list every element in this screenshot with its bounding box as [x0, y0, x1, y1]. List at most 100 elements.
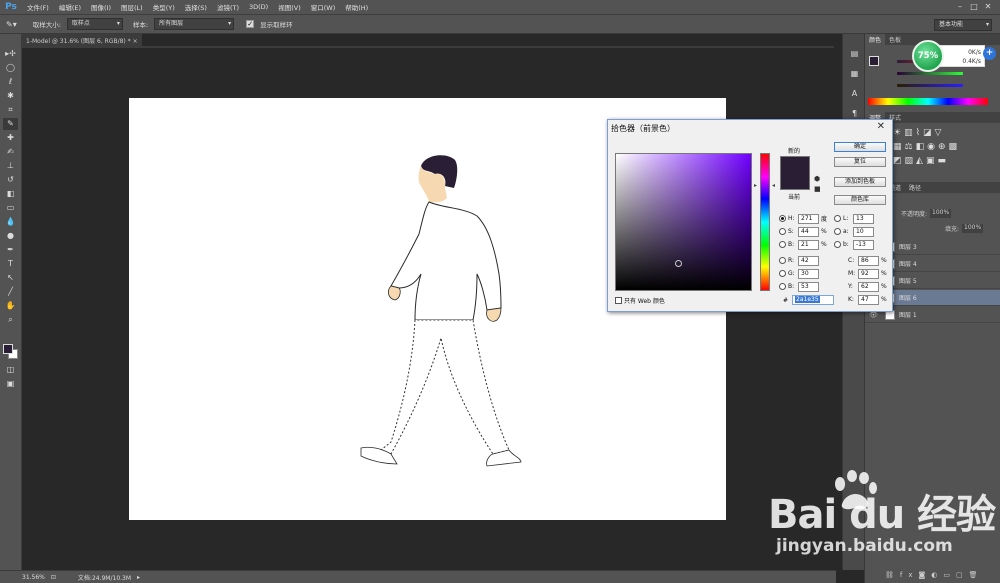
brush-tool-icon[interactable]: ✍	[3, 146, 18, 158]
zoom-tool-icon[interactable]: ⌕	[3, 314, 18, 326]
color-marker[interactable]	[675, 260, 682, 267]
gradient-tool-icon[interactable]: ▭	[3, 202, 18, 214]
ok-button[interactable]: 确定	[834, 142, 886, 152]
menu-filter[interactable]: 滤镜(T)	[212, 2, 244, 12]
line-tool-icon[interactable]: ╱	[3, 286, 18, 298]
lab-l-radio[interactable]	[834, 215, 841, 222]
color-panel-swatch[interactable]	[869, 56, 879, 66]
cube-icon[interactable]: ⬢	[814, 174, 821, 184]
brightness-field[interactable]: 21	[798, 239, 819, 250]
hand-tool-icon[interactable]: ✋	[3, 300, 18, 312]
invert-icon[interactable]: ◩	[893, 156, 905, 166]
selective-color-icon[interactable]: ▣	[926, 156, 938, 166]
sample-size-select[interactable]: 取样点	[66, 18, 123, 30]
web-colors-only-option[interactable]: 只有 Web 颜色	[615, 296, 665, 305]
green-radio[interactable]	[779, 270, 786, 277]
saturation-field[interactable]: 44	[798, 226, 819, 237]
saturation-brightness-field[interactable]	[615, 153, 752, 291]
hex-field[interactable]: 2a1e35	[792, 295, 835, 305]
lab-b-radio[interactable]	[834, 241, 841, 248]
balance-icon[interactable]: ⚖	[905, 142, 916, 152]
close-icon[interactable]: ✕	[982, 2, 994, 12]
quick-mask-icon[interactable]: ◫	[3, 364, 18, 376]
status-arrow-icon[interactable]: ▸	[137, 574, 140, 581]
color-spectrum-bar[interactable]	[868, 98, 988, 105]
gradient-map-icon[interactable]: ▬	[937, 156, 949, 166]
character-panel-icon[interactable]: A	[847, 88, 862, 100]
green-slider[interactable]	[897, 72, 963, 75]
type-tool-icon[interactable]: T	[3, 258, 18, 270]
eraser-tool-icon[interactable]: ◧	[3, 188, 18, 200]
show-ring-checkbox[interactable]: ✓	[246, 20, 255, 28]
saturation-radio[interactable]	[779, 228, 786, 235]
close-icon[interactable]: ✕	[877, 121, 885, 132]
reset-button[interactable]: 复位	[834, 157, 886, 167]
magenta-field[interactable]: 92	[858, 268, 879, 279]
green-field[interactable]: 30	[798, 268, 819, 279]
bw-icon[interactable]: ◧	[916, 142, 928, 152]
document-tab[interactable]: 1-Model @ 31.6% (图层 6, RGB/8) * ×	[22, 34, 142, 46]
brightness-radio[interactable]	[779, 241, 786, 248]
dodge-tool-icon[interactable]: ●	[3, 230, 18, 242]
minimize-icon[interactable]: –	[954, 2, 966, 12]
hue-field[interactable]: 271	[798, 213, 819, 224]
hue-radio[interactable]	[779, 215, 786, 222]
tab-swatches[interactable]: 色板	[885, 34, 905, 45]
workspace-select[interactable]: 基本功能	[934, 19, 992, 31]
color-libraries-button[interactable]: 颜色库	[834, 195, 886, 205]
blur-tool-icon[interactable]: 💧	[3, 216, 18, 228]
fill-field[interactable]: 100%	[962, 224, 984, 233]
crop-tool-icon[interactable]: ⌗	[3, 104, 18, 116]
plus-icon[interactable]: +	[983, 47, 996, 60]
healing-brush-tool-icon[interactable]: ✚	[3, 132, 18, 144]
menu-layer[interactable]: 图层(L)	[116, 2, 148, 12]
hue-icon[interactable]: ▦	[893, 142, 905, 152]
vibrance-icon[interactable]: ▽	[935, 128, 945, 138]
blue-slider[interactable]	[897, 84, 963, 87]
brightness-icon[interactable]: ☀	[893, 128, 904, 138]
pen-tool-icon[interactable]: ✒	[3, 244, 18, 256]
add-to-swatches-button[interactable]: 添加到色板	[834, 177, 886, 187]
marquee-tool-icon[interactable]: ◯	[3, 62, 18, 74]
quick-select-tool-icon[interactable]: ✱	[3, 90, 18, 102]
current-color-swatch[interactable]	[780, 173, 810, 190]
move-tool-icon[interactable]: ▸✢	[3, 48, 18, 60]
tab-paths[interactable]: 路径	[905, 182, 925, 193]
sample-select[interactable]: 所有图层	[154, 18, 235, 30]
lab-l-field[interactable]: 13	[853, 213, 874, 224]
web-safe-icon[interactable]: ■	[814, 184, 821, 194]
yellow-field[interactable]: 62	[858, 281, 879, 292]
curves-icon[interactable]: ⌇	[916, 128, 923, 138]
red-field[interactable]: 42	[798, 255, 819, 266]
menu-image[interactable]: 图像(I)	[86, 2, 116, 12]
menu-file[interactable]: 文件(F)	[22, 2, 54, 12]
path-select-tool-icon[interactable]: ↖	[3, 272, 18, 284]
lab-a-radio[interactable]	[834, 228, 841, 235]
foreground-color-swatch[interactable]	[3, 344, 13, 354]
web-colors-only-checkbox[interactable]	[615, 297, 622, 304]
close-icon[interactable]: ×	[133, 38, 138, 45]
zoom-level[interactable]: 31.56%	[22, 574, 45, 581]
eyedropper-tool-icon[interactable]: ✎▾	[6, 20, 17, 29]
levels-icon[interactable]: ▥	[904, 128, 916, 138]
history-panel-icon[interactable]: ▤	[847, 48, 862, 60]
blue-radio[interactable]	[779, 283, 786, 290]
menu-edit[interactable]: 编辑(E)	[54, 2, 86, 12]
mixer-icon[interactable]: ⊕	[938, 142, 949, 152]
opacity-field[interactable]: 100%	[930, 209, 952, 218]
lab-b-field[interactable]: -13	[853, 239, 874, 250]
lasso-tool-icon[interactable]: ℓ	[3, 76, 18, 88]
hue-arrow-right-icon[interactable]: ◂	[772, 182, 775, 189]
maximize-icon[interactable]: □	[968, 2, 980, 12]
tab-color[interactable]: 颜色	[865, 34, 886, 45]
cyan-field[interactable]: 86	[858, 255, 879, 266]
hue-slider[interactable]	[760, 153, 770, 291]
menu-view[interactable]: 视图(V)	[273, 2, 306, 12]
black-field[interactable]: 47	[858, 294, 879, 305]
posterize-icon[interactable]: ▨	[905, 156, 917, 166]
network-speed-widget[interactable]: 0K/s 0.4K/s 75% +	[907, 40, 996, 72]
menu-window[interactable]: 窗口(W)	[306, 2, 341, 12]
hue-arrow-left-icon[interactable]: ▸	[754, 182, 757, 189]
lookup-icon[interactable]: ▩	[949, 142, 961, 152]
threshold-icon[interactable]: ◭	[916, 156, 926, 166]
